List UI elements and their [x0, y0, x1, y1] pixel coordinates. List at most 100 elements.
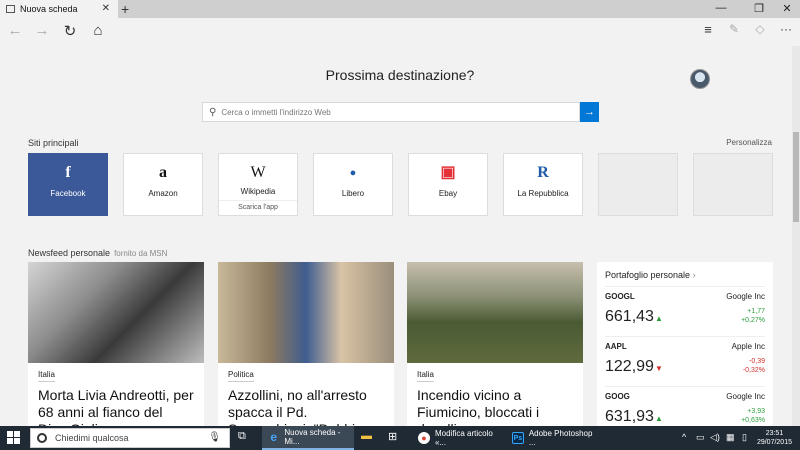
tile-label: La Repubblica: [517, 189, 569, 198]
top-sites-label: Siti principali: [28, 138, 79, 148]
taskbar-app-chrome[interactable]: ● Modifica articolo «...: [412, 426, 506, 450]
up-arrow-icon: ▲: [655, 314, 663, 323]
news-card[interactable]: Italia Incendio vicino a Fiumicino, bloc…: [407, 262, 583, 426]
windows-start-icon[interactable]: [7, 431, 21, 445]
tile-amazon[interactable]: a Amazon: [123, 153, 203, 216]
portfolio-title[interactable]: Portafoglio personale ›: [605, 270, 773, 280]
battery-icon[interactable]: ▭: [696, 432, 705, 443]
page-scrollbar[interactable]: [792, 46, 800, 426]
edge-icon: e: [270, 430, 278, 444]
news-category: Italia: [38, 370, 55, 382]
news-photo: [218, 262, 394, 363]
back-arrow-icon[interactable]: ←: [4, 22, 26, 39]
news-category: Italia: [417, 370, 434, 382]
stock-row[interactable]: AAPL Apple Inc 122,99 ▼ -0,39 -0,32%: [605, 336, 765, 386]
search-input[interactable]: [221, 107, 562, 117]
news-card[interactable]: Politica Azzollini, no all'arresto spacc…: [218, 262, 394, 426]
home-icon[interactable]: ⌂: [87, 22, 109, 39]
stock-price: 631,93: [605, 408, 654, 425]
minimize-icon[interactable]: —: [710, 2, 732, 14]
tile-wikipedia[interactable]: W Wikipedia Scarica l'app: [218, 153, 298, 216]
amazon-icon: a: [159, 164, 167, 181]
wikipedia-icon: W: [250, 164, 266, 181]
chevron-right-icon: ›: [692, 270, 696, 280]
tab-new-tab[interactable]: Nuova scheda ✕: [0, 0, 118, 18]
tile-empty[interactable]: [693, 153, 773, 216]
taskbar-app-photoshop[interactable]: Ps Adobe Photoshop ...: [506, 426, 600, 450]
clock-date: 29/07/2015: [756, 439, 792, 446]
store-icon[interactable]: ⊞: [388, 430, 397, 443]
forward-arrow-icon[interactable]: →: [31, 22, 53, 39]
address-search-box[interactable]: ⚲: [202, 102, 580, 122]
download-app-link[interactable]: Scarica l'app: [219, 200, 297, 211]
chevron-up-icon[interactable]: ^: [682, 432, 686, 442]
tile-empty[interactable]: [598, 153, 678, 216]
tile-libero[interactable]: ● Libero: [313, 153, 393, 216]
tile-facebook[interactable]: f Facebook: [28, 153, 108, 216]
scrollbar-thumb[interactable]: [793, 132, 799, 222]
news-photo: [28, 262, 204, 363]
stock-row[interactable]: GOOG Google Inc 631,93 ▲ +3,93 +0,63%: [605, 386, 765, 426]
restore-icon[interactable]: ❐: [748, 2, 770, 15]
page-icon: [6, 5, 15, 13]
close-window-icon[interactable]: ✕: [776, 2, 798, 15]
hub-icon[interactable]: ≡: [697, 22, 719, 37]
taskbar-app-edge[interactable]: e Nuova scheda - Mi...: [262, 426, 354, 450]
cortana-icon: [37, 433, 47, 443]
avatar[interactable]: [690, 69, 710, 89]
stock-change: +3,93 +0,63%: [741, 408, 765, 424]
news-title: Morta Livia Andreotti, per 68 anni al fi…: [38, 387, 194, 426]
news-title: Azzollini, no all'arresto spacca il Pd. …: [228, 387, 382, 426]
stock-change: +1,77 +0,27%: [741, 308, 765, 324]
cortana-placeholder: Chiedimi qualcosa: [55, 433, 129, 443]
taskbar: Chiedimi qualcosa 🎙 ⧉ e Nuova scheda - M…: [0, 426, 800, 450]
stock-price: 661,43: [605, 308, 654, 325]
search-go-button[interactable]: →: [580, 102, 599, 122]
stock-row[interactable]: GOOGL Google Inc 661,43 ▲ +1,77 +0,27%: [605, 286, 765, 336]
task-view-icon[interactable]: ⧉: [238, 430, 246, 443]
tile-la-repubblica[interactable]: R La Repubblica: [503, 153, 583, 216]
taskbar-app-label: Adobe Photoshop ...: [528, 429, 593, 447]
customize-link[interactable]: Personalizza: [726, 138, 772, 147]
tile-ebay[interactable]: ▣ Ebay: [408, 153, 488, 216]
microphone-icon[interactable]: 🎙: [208, 432, 221, 443]
tile-label: Amazon: [148, 189, 178, 198]
notifications-icon[interactable]: ▯: [742, 432, 747, 443]
web-note-icon[interactable]: ✎: [723, 22, 745, 36]
news-photo: [407, 262, 583, 363]
volume-icon[interactable]: ◁): [710, 432, 720, 443]
stock-name: Google Inc: [726, 392, 765, 401]
chrome-icon: ●: [418, 432, 430, 444]
search-icon: ⚲: [209, 106, 217, 118]
ebay-icon: ▣: [440, 164, 456, 181]
news-card[interactable]: Italia Morta Livia Andreotti, per 68 ann…: [28, 262, 204, 426]
navigation-toolbar: ← → ↻ ⌂ ≡ ✎ ◇ ···: [0, 18, 800, 46]
photoshop-icon: Ps: [512, 432, 524, 444]
network-icon[interactable]: ▦: [726, 432, 735, 443]
tab-title: Nuova scheda: [20, 4, 78, 14]
stock-symbol: GOOG: [605, 392, 630, 401]
stock-symbol: GOOGL: [605, 292, 635, 301]
newsfeed-label: Newsfeed personale fornito da MSN: [28, 248, 167, 258]
new-tab-button[interactable]: +: [121, 1, 129, 17]
tile-label: Ebay: [438, 189, 458, 198]
stock-name: Google Inc: [726, 292, 765, 301]
stock-change: -0,39 -0,32%: [742, 358, 765, 374]
close-tab-icon[interactable]: ✕: [102, 3, 110, 14]
file-explorer-icon[interactable]: ▬: [361, 430, 372, 442]
more-options-icon[interactable]: ···: [775, 22, 797, 36]
refresh-icon[interactable]: ↻: [59, 22, 81, 40]
portfolio-panel: Portafoglio personale › GOOGL Google Inc…: [597, 262, 773, 426]
share-icon[interactable]: ◇: [749, 22, 771, 36]
page-title: Prossima destinazione?: [325, 67, 475, 83]
libero-icon: ●: [349, 167, 357, 179]
down-arrow-icon: ▼: [655, 364, 663, 373]
system-clock[interactable]: 23:51 29/07/2015: [757, 429, 792, 447]
stock-symbol: AAPL: [605, 342, 627, 351]
stock-price: 122,99: [605, 358, 654, 375]
tab-strip: Nuova scheda ✕ + — ❐ ✕: [0, 0, 800, 18]
up-arrow-icon: ▲: [655, 414, 663, 423]
cortana-search-box[interactable]: Chiedimi qualcosa 🎙: [30, 428, 230, 448]
taskbar-app-label: Nuova scheda - Mi...: [284, 428, 341, 446]
repubblica-icon: R: [537, 164, 549, 181]
